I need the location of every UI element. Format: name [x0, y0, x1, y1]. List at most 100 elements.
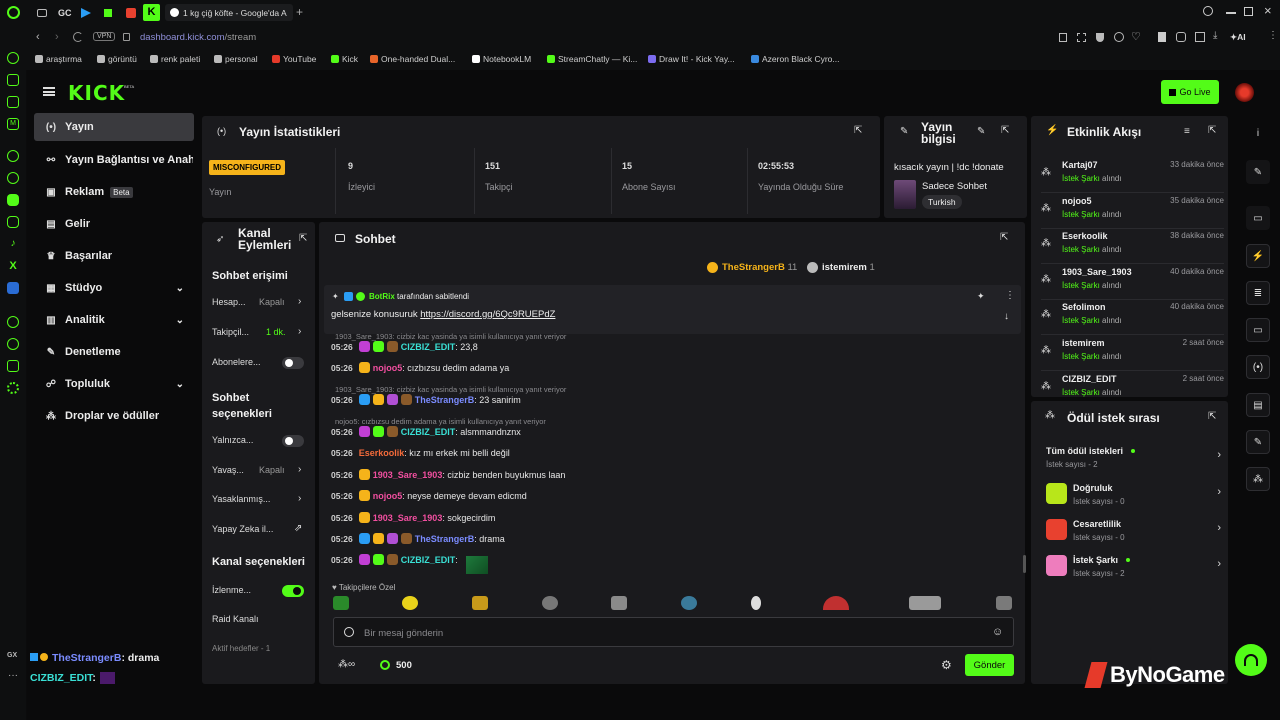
- list-icon[interactable]: ≣: [1246, 281, 1270, 305]
- chat-input[interactable]: Bir mesaj gönderin ☺: [333, 617, 1014, 647]
- info-icon[interactable]: i: [1246, 121, 1270, 145]
- maximize-icon[interactable]: [1244, 7, 1253, 16]
- rail-wallet-icon[interactable]: [7, 96, 19, 108]
- tab-icon-4[interactable]: [104, 9, 112, 17]
- message-user[interactable]: TheStrangerB: [415, 395, 475, 405]
- chat-message[interactable]: 05:26 CIZBIZ_EDIT: 23,8: [331, 341, 478, 352]
- emote-2[interactable]: [402, 596, 418, 610]
- action-value[interactable]: Kapalı: [259, 297, 285, 307]
- screen-icon[interactable]: ▭: [1246, 206, 1270, 230]
- chat-message[interactable]: 05:26 1903_Sare_1903: sokgecirdim: [331, 512, 495, 523]
- event-row[interactable]: ⁂ Eserkoolik İstek Şarkı alındı 38 dakika ö…: [1041, 228, 1224, 265]
- chat-message[interactable]: 05:26 CIZBIZ_EDIT: alsmmandnznx: [331, 426, 521, 437]
- chat-message[interactable]: 05:26 nojoo5: cızbızsu dedim adama ya: [331, 362, 509, 373]
- screenshot-icon[interactable]: [1077, 33, 1086, 42]
- lightning-icon[interactable]: ⚡: [1246, 244, 1270, 268]
- sidebar-item[interactable]: ▥ Analitik ⌄: [34, 306, 194, 334]
- badge-icon[interactable]: [344, 627, 354, 637]
- action-value[interactable]: Kapalı: [259, 465, 285, 475]
- reward-icon[interactable]: ⁂: [1246, 467, 1270, 491]
- search-icon[interactable]: [1203, 6, 1213, 16]
- sidebar-item[interactable]: ⚯ Yayın Bağlantısı ve Anahtar: [34, 146, 194, 174]
- bookmark-item[interactable]: personal: [214, 54, 258, 64]
- wrench-icon[interactable]: ✎: [1246, 430, 1270, 454]
- collapse-icon[interactable]: ↓: [1004, 311, 1009, 322]
- support-button[interactable]: [1235, 644, 1267, 676]
- forward-icon[interactable]: ›: [55, 31, 59, 43]
- pinned-more-icon[interactable]: ⋮: [1005, 290, 1015, 301]
- rail-player-icon[interactable]: [7, 316, 19, 328]
- rail-chatgpt-icon[interactable]: [7, 150, 19, 162]
- event-row[interactable]: ⁂ 1903_Sare_1903 İstek Şarkı alındı 40 daki…: [1041, 264, 1224, 300]
- play-icon[interactable]: [1114, 32, 1124, 42]
- reload-icon[interactable]: [73, 32, 83, 42]
- info-expand-icon[interactable]: ⇱: [1001, 125, 1009, 136]
- rail-instagram-icon[interactable]: [7, 216, 19, 228]
- active-goals[interactable]: Aktif hedefler - 1: [212, 644, 270, 653]
- bookmark-item[interactable]: Draw It! - Kick Yay...: [648, 54, 735, 64]
- bookmark-item[interactable]: Kick: [331, 54, 358, 64]
- chat-settings-icon[interactable]: ⁂∞: [338, 659, 355, 670]
- chevron-right-icon[interactable]: ›: [298, 464, 301, 475]
- avatar[interactable]: [1235, 83, 1254, 102]
- message-user[interactable]: CIZBIZ_EDIT: [401, 427, 456, 437]
- bookmark-item[interactable]: One-handed Dual...: [370, 54, 455, 64]
- rail-speed-icon[interactable]: [7, 52, 19, 64]
- emote-4[interactable]: [542, 596, 558, 610]
- hamburger-icon[interactable]: [43, 87, 55, 96]
- message-user[interactable]: TheStrangerB: [415, 534, 475, 544]
- unpin-icon[interactable]: ✦: [977, 291, 985, 302]
- document-icon[interactable]: [1158, 32, 1166, 42]
- gear-icon[interactable]: ⚙: [941, 658, 952, 672]
- chevron-right-icon[interactable]: ›: [298, 493, 301, 504]
- more-icon[interactable]: ⋮: [1268, 30, 1278, 41]
- extensions-icon[interactable]: [1176, 32, 1186, 42]
- message-user[interactable]: Eserkoolik: [359, 448, 405, 458]
- event-row[interactable]: ⁂ Kartaj07 İstek Şarkı alındı 33 dakika önc…: [1041, 157, 1224, 193]
- tab-kick-active[interactable]: K: [143, 4, 160, 21]
- chat-message[interactable]: 05:26 CIZBIZ_EDIT:: [331, 554, 458, 565]
- bookmark-item[interactable]: renk paleti: [150, 54, 200, 64]
- edit-icon[interactable]: [1195, 32, 1205, 42]
- chat-message[interactable]: 05:26 TheStrangerB: drama: [331, 533, 505, 544]
- sidebar-item[interactable]: ☍ Topluluk ⌄: [34, 370, 194, 398]
- rewards-expand-icon[interactable]: ⇱: [1208, 411, 1216, 422]
- raid-label[interactable]: Raid Kanalı: [212, 614, 259, 624]
- chat-message[interactable]: 05:26 1903_Sare_1903: cizbiz benden buyuk…: [331, 469, 565, 480]
- rail-cube-icon[interactable]: [7, 360, 19, 372]
- info-edit-icon[interactable]: ✎: [977, 126, 985, 137]
- reward-row[interactable]: İstek Şarkı İstek sayısı - 2 ›: [1046, 552, 1221, 584]
- rail-settings-icon[interactable]: [7, 382, 19, 394]
- message-user[interactable]: 1903_Sare_1903: [373, 470, 443, 480]
- rail-whatsapp-icon[interactable]: [7, 172, 19, 184]
- action-value[interactable]: 1 dk.: [266, 327, 286, 337]
- kick-logo[interactable]: KICK: [68, 81, 125, 105]
- heart-icon[interactable]: ♡: [1131, 30, 1141, 43]
- pinned-link[interactable]: https://discord.gg/6Qc9RUEPdZ: [420, 309, 555, 320]
- filter-icon[interactable]: ≡: [1184, 126, 1190, 137]
- rail-gx-label[interactable]: GX: [7, 652, 17, 659]
- chat-message[interactable]: 05:26 TheStrangerB: 23 sanirim: [331, 394, 521, 405]
- emote-9[interactable]: [909, 596, 941, 610]
- chat-icon[interactable]: ▭: [1246, 318, 1270, 342]
- tab-icon-5[interactable]: [126, 8, 136, 18]
- rail-home-icon[interactable]: [7, 74, 19, 86]
- emote-6[interactable]: [681, 596, 697, 610]
- rail-history-icon[interactable]: [7, 338, 19, 350]
- rail-more-icon[interactable]: ···: [8, 670, 18, 681]
- back-icon[interactable]: ‹: [36, 31, 40, 43]
- bookmark-item[interactable]: görüntü: [97, 54, 137, 64]
- tab-google[interactable]: 1 kg çiğ köfte - Google'da A: [165, 4, 293, 21]
- chat-scrollbar[interactable]: [1023, 555, 1026, 573]
- bookmark-item[interactable]: NotebookLM: [472, 54, 531, 64]
- message-user[interactable]: CIZBIZ_EDIT: [401, 555, 456, 565]
- pencil-icon[interactable]: ✎: [1246, 160, 1270, 184]
- sidebar-item[interactable]: ✎ Denetleme: [34, 338, 194, 366]
- sidebar-item[interactable]: ⁂ Droplar ve ödüller: [34, 402, 194, 430]
- chat-message[interactable]: 05:26 Eserkoolik: kız mı erkek mi belli d…: [331, 448, 510, 458]
- tab-icon-3[interactable]: [81, 8, 91, 18]
- bookmark-item[interactable]: YouTube: [272, 54, 316, 64]
- chevron-right-icon[interactable]: ›: [298, 296, 301, 307]
- event-row[interactable]: ⁂ nojoo5 İstek Şarkı alındı 35 dakika önce: [1041, 193, 1224, 229]
- reward-row[interactable]: Cesaretlilik İstek sayısı - 0 ›: [1046, 516, 1221, 548]
